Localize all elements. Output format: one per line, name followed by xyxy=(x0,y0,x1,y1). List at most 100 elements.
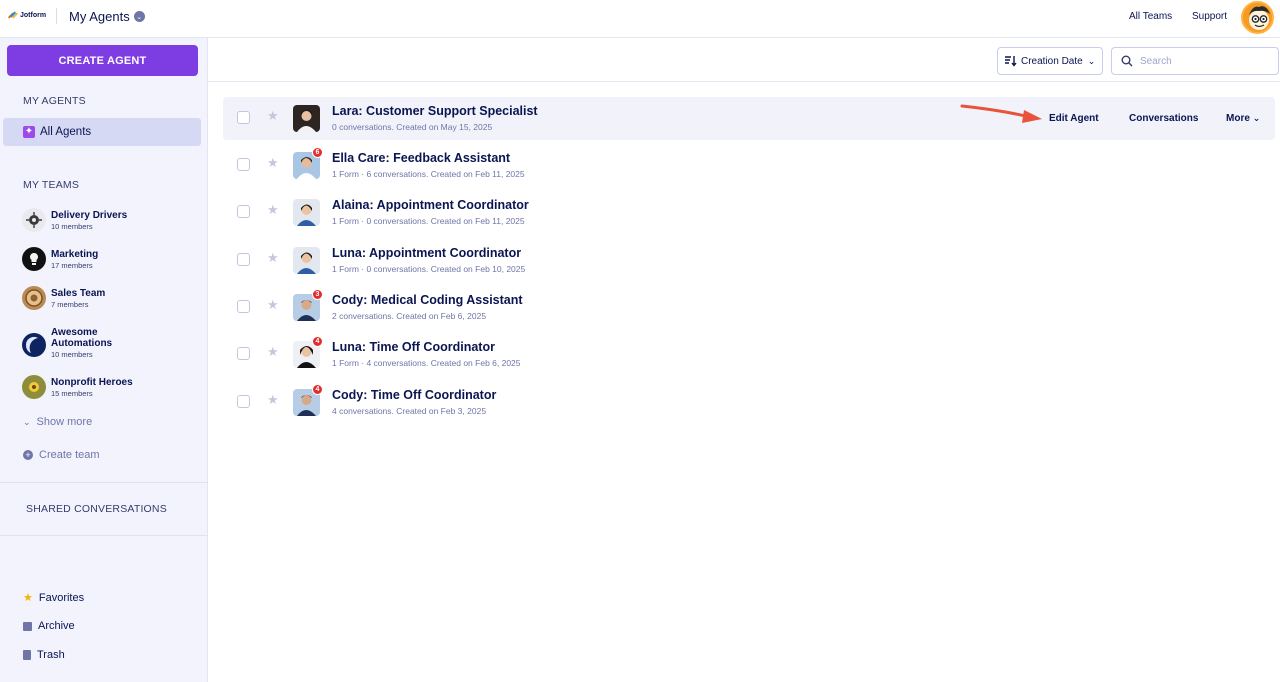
more-label: More xyxy=(1226,113,1250,124)
jotform-logo[interactable]: Jotform xyxy=(7,11,46,19)
team-name: Nonprofit Heroes xyxy=(51,377,133,388)
agent-row[interactable]: ★ Lara: Customer Support Specialist 0 co… xyxy=(223,97,1275,140)
jotform-logo-icon xyxy=(7,11,19,19)
chevron-down-icon: ⌄ xyxy=(1087,55,1096,66)
star-icon[interactable]: ★ xyxy=(267,108,279,124)
trash-label: Trash xyxy=(37,649,65,661)
agent-row[interactable]: ★ 4 Cody: Time Off Coordinator 4 convers… xyxy=(223,381,1275,424)
header-divider xyxy=(56,8,57,24)
create-team-label: Create team xyxy=(39,449,100,461)
team-avatar xyxy=(22,375,46,399)
toolbar: Creation Date ⌄ xyxy=(208,38,1280,82)
star-icon[interactable]: ★ xyxy=(267,250,279,266)
notification-badge: 3 xyxy=(312,289,323,300)
all-teams-link[interactable]: All Teams xyxy=(1129,11,1172,22)
create-team-link[interactable]: + Create team xyxy=(23,449,100,461)
agent-row[interactable]: ★ Luna: Appointment Coordinator 1 Form ·… xyxy=(223,239,1275,282)
notification-badge: 4 xyxy=(312,384,323,395)
sidebar-item-archive[interactable]: Archive xyxy=(23,620,75,632)
show-more-link[interactable]: ⌄ Show more xyxy=(23,416,92,428)
agent-avatar xyxy=(293,247,320,274)
shared-conversations-heading[interactable]: SHARED CONVERSATIONS xyxy=(26,503,167,515)
agent-meta: 1 Form · 0 conversations. Created on Feb… xyxy=(332,264,526,274)
team-item-awesome-automations[interactable]: Awesome Automations 10 members xyxy=(22,327,202,362)
team-item-sales-team[interactable]: Sales Team 7 members xyxy=(22,283,202,313)
top-bar: Jotform My Agents ⌄ All Teams Support xyxy=(0,0,1280,38)
notification-badge: 4 xyxy=(312,336,323,347)
star-icon[interactable]: ★ xyxy=(267,202,279,218)
team-item-nonprofit-heroes[interactable]: Nonprofit Heroes 15 members xyxy=(22,372,202,402)
agent-name[interactable]: Alaina: Appointment Coordinator xyxy=(332,198,529,212)
support-link[interactable]: Support xyxy=(1192,11,1227,22)
conversations-button[interactable]: Conversations xyxy=(1129,113,1198,124)
agent-meta: 1 Form · 0 conversations. Created on Feb… xyxy=(332,216,525,226)
create-agent-button[interactable]: CREATE AGENT xyxy=(7,45,198,76)
agent-name[interactable]: Lara: Customer Support Specialist xyxy=(332,104,538,118)
team-item-marketing[interactable]: Marketing 17 members xyxy=(22,244,202,274)
chevron-down-icon: ⌄ xyxy=(23,416,31,427)
agent-meta: 4 conversations. Created on Feb 3, 2025 xyxy=(332,406,487,416)
divider xyxy=(0,482,208,483)
plus-circle-icon: + xyxy=(23,450,33,460)
agent-name[interactable]: Luna: Appointment Coordinator xyxy=(332,246,521,260)
agent-name[interactable]: Luna: Time Off Coordinator xyxy=(332,340,495,354)
star-icon: ★ xyxy=(23,592,33,604)
select-checkbox[interactable] xyxy=(237,111,250,124)
sort-dropdown[interactable]: Creation Date ⌄ xyxy=(997,47,1103,75)
annotation-arrow-icon xyxy=(960,104,1042,123)
chevron-down-icon[interactable]: ⌄ xyxy=(133,11,145,22)
archive-label: Archive xyxy=(38,620,75,632)
agent-name[interactable]: Ella Care: Feedback Assistant xyxy=(332,151,510,165)
edit-agent-button[interactable]: Edit Agent xyxy=(1049,113,1099,124)
notification-badge: 6 xyxy=(312,147,323,158)
select-checkbox[interactable] xyxy=(237,395,250,408)
team-item-delivery-drivers[interactable]: Delivery Drivers 10 members xyxy=(22,205,202,235)
agent-name[interactable]: Cody: Time Off Coordinator xyxy=(332,388,496,402)
team-members: 17 members xyxy=(51,261,93,270)
my-agents-heading: MY AGENTS xyxy=(23,95,86,107)
sidebar-item-trash[interactable]: Trash xyxy=(23,649,65,661)
sidebar-item-favorites[interactable]: ★ Favorites xyxy=(23,591,85,605)
favorites-label: Favorites xyxy=(38,591,85,604)
team-members: 15 members xyxy=(51,389,93,398)
select-checkbox[interactable] xyxy=(237,300,250,313)
sidebar-item-label: All Agents xyxy=(40,126,92,138)
agent-meta: 2 conversations. Created on Feb 6, 2025 xyxy=(332,311,487,321)
trash-icon xyxy=(23,650,31,660)
agent-row[interactable]: ★ 3 Cody: Medical Coding Assistant 2 con… xyxy=(223,286,1275,329)
star-icon[interactable]: ★ xyxy=(267,155,279,171)
agent-row[interactable]: ★ 6 Ella Care: Feedback Assistant 1 Form… xyxy=(223,144,1275,187)
star-icon[interactable]: ★ xyxy=(267,297,279,313)
select-checkbox[interactable] xyxy=(237,347,250,360)
team-avatar xyxy=(22,333,46,357)
team-name: Awesome Automations xyxy=(51,327,113,349)
page-title-text: My Agents xyxy=(69,9,130,24)
more-button[interactable]: More ⌄ xyxy=(1226,113,1260,124)
sidebar: CREATE AGENT MY AGENTS ✦ All Agents MY T… xyxy=(0,38,208,682)
agent-row[interactable]: ★ 4 Luna: Time Off Coordinator 1 Form · … xyxy=(223,333,1275,376)
team-name: Marketing xyxy=(51,249,99,260)
sidebar-item-all-agents[interactable]: ✦ All Agents xyxy=(3,118,201,146)
select-checkbox[interactable] xyxy=(237,158,250,171)
team-avatar xyxy=(22,208,46,232)
search-box[interactable] xyxy=(1111,47,1279,75)
agent-name[interactable]: Cody: Medical Coding Assistant xyxy=(332,293,523,307)
team-name: Delivery Drivers xyxy=(51,210,128,221)
team-avatar xyxy=(22,247,46,271)
agent-row[interactable]: ★ Alaina: Appointment Coordinator 1 Form… xyxy=(223,191,1275,234)
star-icon[interactable]: ★ xyxy=(267,344,279,360)
sort-label: Creation Date xyxy=(1021,55,1083,67)
agent-avatar xyxy=(293,199,320,226)
team-members: 10 members xyxy=(51,222,93,231)
user-avatar[interactable] xyxy=(1241,1,1274,34)
select-checkbox[interactable] xyxy=(237,253,250,266)
page-title[interactable]: My Agents ⌄ xyxy=(69,9,145,24)
my-teams-heading: MY TEAMS xyxy=(23,179,80,191)
sort-icon xyxy=(1005,56,1017,67)
agent-meta: 0 conversations. Created on May 15, 2025 xyxy=(332,122,493,132)
search-icon xyxy=(1121,55,1133,67)
search-input[interactable] xyxy=(1140,55,1270,67)
select-checkbox[interactable] xyxy=(237,205,250,218)
star-icon[interactable]: ★ xyxy=(267,392,279,408)
chevron-down-icon: ⌄ xyxy=(1252,113,1261,123)
